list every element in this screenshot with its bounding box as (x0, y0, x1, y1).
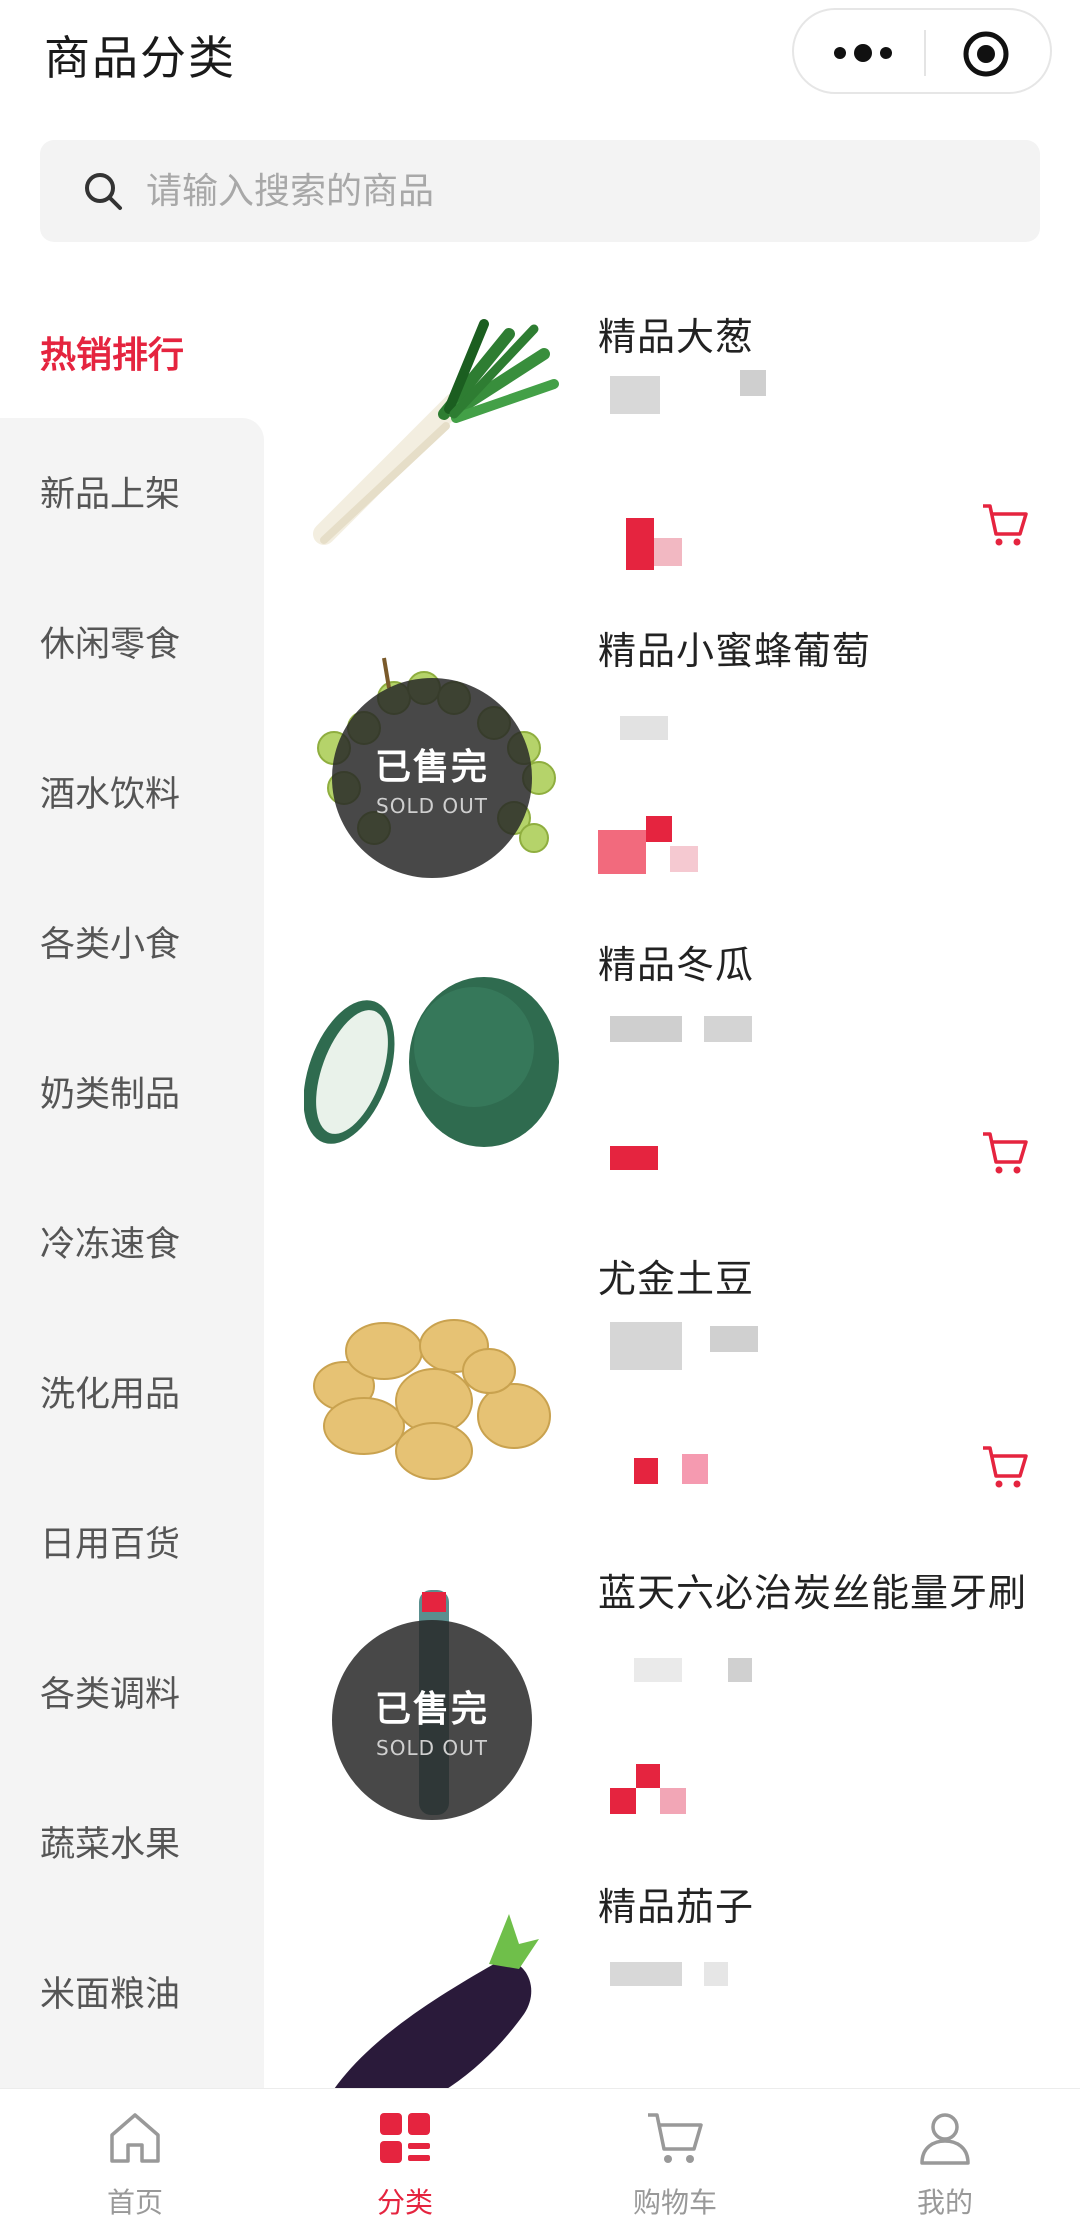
product-name: 精品冬瓜 (598, 943, 755, 987)
sold-out-text: 已售完 (374, 747, 489, 788)
home-icon (110, 2113, 160, 2163)
close-mini-program-icon[interactable] (962, 30, 1010, 78)
sidebar-item-label: 冷冻速食 (40, 1225, 181, 1265)
sidebar-item[interactable]: 蔬菜水果 (0, 1790, 264, 1900)
product-name: 精品大葱 (598, 315, 755, 359)
search-bar (40, 140, 1040, 242)
sidebar-item[interactable]: 各类小食 (0, 890, 264, 1000)
search-icon (85, 173, 122, 210)
blurred-spec (610, 1962, 682, 1986)
sidebar-item[interactable]: 酒水饮料 (0, 740, 264, 850)
sidebar-item[interactable]: 各类调料 (0, 1640, 264, 1750)
tab-label: 分类 (376, 2186, 433, 2219)
sidebar-item[interactable]: 新品上架 (0, 440, 264, 550)
product-item[interactable]: 精品大葱 (264, 306, 1080, 620)
sidebar-item[interactable]: 米面粮油 (0, 1940, 264, 2050)
more-options-icon[interactable] (830, 38, 896, 68)
tab-label: 购物车 (632, 2186, 717, 2219)
sidebar-item-label: 新品上架 (40, 475, 181, 515)
category-icon (380, 2113, 430, 2163)
sidebar-item-label: 日用百货 (40, 1525, 181, 1565)
blurred-price (654, 538, 682, 566)
blurred-price (610, 1788, 636, 1814)
blurred-spec (610, 1016, 682, 1042)
blurred-price (626, 518, 654, 570)
sidebar-item-hot-ranking[interactable]: 热销排行 (0, 300, 264, 412)
header: 商品分类 (0, 0, 1080, 120)
mini-program-capsule (792, 8, 1052, 94)
blurred-price (646, 816, 672, 842)
sidebar-item-label: 酒水饮料 (40, 775, 181, 815)
product-name: 尤金土豆 (598, 1257, 755, 1301)
add-to-cart-icon[interactable] (980, 500, 1030, 550)
product-name: 蓝天六必治炭丝能量牙刷 (598, 1571, 1028, 1615)
sidebar-item-label: 米面粮油 (40, 1975, 181, 2015)
blurred-spec (610, 1322, 682, 1370)
bottom-tab-bar: 首页 分类 购物车 我的 (0, 2088, 1080, 2226)
sold-out-text: 已售完 (374, 1689, 489, 1730)
product-item[interactable]: 已售完 SOLD OUT 蓝天六必治炭丝能量牙刷 (264, 1562, 1080, 1876)
sold-out-subtext: SOLD OUT (376, 1736, 488, 1760)
tab-label: 首页 (106, 2186, 163, 2219)
sidebar-item-label: 休闲零食 (40, 625, 181, 665)
blurred-price (610, 1146, 658, 1170)
blurred-price (660, 1788, 686, 1814)
blurred-spec (704, 1016, 752, 1042)
blurred-price (636, 1764, 660, 1788)
blurred-price (682, 1454, 708, 1484)
blurred-spec (740, 370, 766, 396)
tab-category[interactable]: 分类 (270, 2089, 540, 2226)
product-item[interactable]: 已售完 SOLD OUT 精品小蜜蜂葡萄 (264, 620, 1080, 934)
page-title: 商品分类 (44, 31, 236, 85)
tab-home[interactable]: 首页 (0, 2089, 270, 2226)
user-icon (920, 2113, 970, 2165)
blurred-spec (704, 1962, 728, 1986)
product-image-winter-melon (304, 977, 559, 1147)
sidebar-item-label: 各类小食 (40, 925, 181, 965)
tab-profile[interactable]: 我的 (810, 2089, 1080, 2226)
blurred-spec (710, 1326, 758, 1352)
tab-cart[interactable]: 购物车 (540, 2089, 810, 2226)
blurred-spec (610, 376, 660, 414)
sidebar-item[interactable]: 洗化用品 (0, 1340, 264, 1450)
add-to-cart-icon[interactable] (980, 1442, 1030, 1492)
app-root: 商品分类 热销排行 新品上架 休闲零食 酒水饮料 各类小食 奶 (0, 0, 1080, 2226)
cart-icon (648, 2113, 703, 2163)
product-item[interactable]: 尤金土豆 (264, 1248, 1080, 1562)
sold-out-badge: 已售完 SOLD OUT (332, 678, 532, 878)
sidebar-item[interactable]: 冷冻速食 (0, 1190, 264, 1300)
sidebar-item-label: 蔬菜水果 (40, 1825, 181, 1865)
blurred-price (634, 1458, 658, 1484)
blurred-price (598, 830, 646, 874)
sidebar-item-label: 洗化用品 (40, 1375, 181, 1415)
add-to-cart-icon[interactable] (980, 1128, 1030, 1178)
search-input[interactable] (146, 160, 1006, 222)
product-item[interactable]: 精品冬瓜 (264, 934, 1080, 1248)
product-name: 精品茄子 (598, 1885, 755, 1929)
sidebar-item-label: 奶类制品 (40, 1075, 181, 1115)
sidebar-item[interactable]: 休闲零食 (0, 590, 264, 700)
blurred-spec (728, 1658, 752, 1682)
blurred-spec (634, 1658, 682, 1682)
product-image-scallion (313, 319, 559, 545)
tab-label: 我的 (916, 2186, 973, 2219)
category-sidebar: 新品上架 休闲零食 酒水饮料 各类小食 奶类制品 冷冻速食 洗化用品 日用百货 … (0, 418, 264, 2088)
blurred-price (670, 846, 698, 872)
sidebar-item-label: 各类调料 (40, 1675, 181, 1715)
capsule-divider (924, 30, 926, 76)
sidebar-item-label: 热销排行 (40, 335, 185, 376)
product-name: 精品小蜜蜂葡萄 (598, 629, 872, 673)
sidebar-item[interactable]: 奶类制品 (0, 1040, 264, 1150)
sidebar-item[interactable]: 日用百货 (0, 1490, 264, 1600)
sold-out-badge: 已售完 SOLD OUT (332, 1620, 532, 1820)
blurred-spec (620, 716, 668, 740)
product-image-potatoes (313, 1319, 551, 1480)
sold-out-subtext: SOLD OUT (376, 794, 488, 818)
